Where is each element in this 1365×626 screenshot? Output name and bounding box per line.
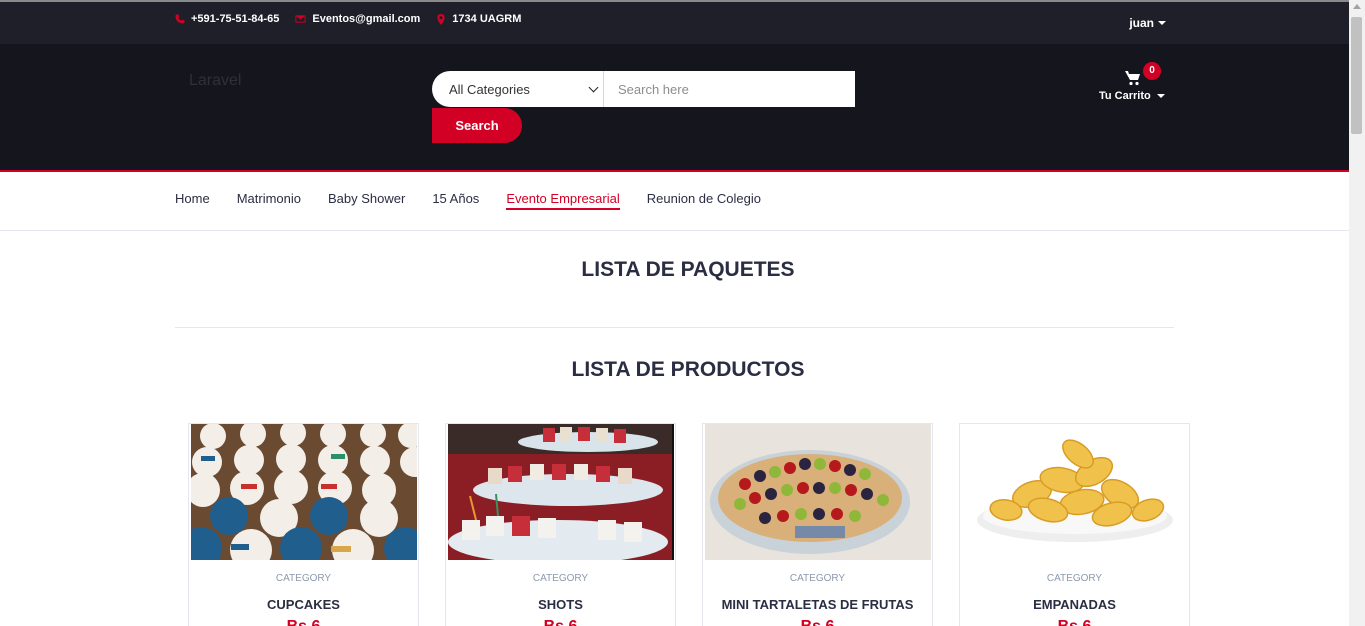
product-category: CATEGORY <box>532 573 589 584</box>
nav-items: Home Matrimonio Baby Shower 15 Años Even… <box>175 191 761 210</box>
product-price: Bs 6 <box>960 618 1189 626</box>
search-button[interactable]: Search <box>432 108 522 143</box>
nav-item-evento-empresarial[interactable]: Evento Empresarial <box>506 191 620 210</box>
top-info-bar: +591-75-51-84-65 Eventos@gmail.com 1734 … <box>0 0 1349 44</box>
main-header: Laravel All Categories Search 0 Tu Carri… <box>0 44 1349 172</box>
address-link[interactable]: 1734 UAGRM <box>436 13 521 25</box>
user-name: juan <box>1129 16 1154 30</box>
product-price: Bs 6 <box>446 618 675 626</box>
empanadas-photo <box>961 424 1188 560</box>
product-card[interactable]: CATEGORY EMPANADAS Bs 6 <box>959 423 1190 626</box>
nav-item-matrimonio[interactable]: Matrimonio <box>237 191 301 210</box>
cart-count-badge: 0 <box>1143 62 1161 80</box>
envelope-icon <box>295 15 306 23</box>
product-category: CATEGORY <box>275 573 332 584</box>
product-card[interactable]: CATEGORY MINI TARTALETAS DE FRUTAS Bs 6 <box>702 423 933 626</box>
product-card[interactable]: CATEGORY SHOTS Bs 6 <box>445 423 676 626</box>
product-category: CATEGORY <box>1046 573 1103 584</box>
user-menu[interactable]: juan <box>1129 16 1166 30</box>
logo[interactable]: Laravel <box>189 72 241 90</box>
page: +591-75-51-84-65 Eventos@gmail.com 1734 … <box>0 0 1365 626</box>
contact-links: +591-75-51-84-65 Eventos@gmail.com 1734 … <box>175 13 521 25</box>
email-link[interactable]: Eventos@gmail.com <box>295 13 420 25</box>
scroll-thumb[interactable] <box>1351 17 1362 134</box>
category-select-value: All Categories <box>449 81 530 97</box>
product-category: CATEGORY <box>789 573 846 584</box>
chevron-down-icon <box>588 82 599 93</box>
shopping-cart-icon <box>1125 71 1140 86</box>
productos-title: LISTA DE PRODUCTOS <box>571 358 805 381</box>
phone-text: +591-75-51-84-65 <box>191 13 280 25</box>
page-scrollbar[interactable] <box>1349 0 1365 626</box>
product-price: Bs 6 <box>703 618 932 626</box>
product-price: Bs 6 <box>189 618 418 626</box>
caret-down-icon <box>1158 21 1166 25</box>
section-divider <box>175 327 1174 328</box>
nav-item-reunion-de-colegio[interactable]: Reunion de Colegio <box>647 191 761 210</box>
fruit-tartlets-photo <box>704 424 931 560</box>
nav-item-baby-shower[interactable]: Baby Shower <box>328 191 405 210</box>
product-list: CATEGORY CUPCAKES Bs 6 CATEGORY SHOTS Bs… <box>188 423 1190 626</box>
category-select[interactable]: All Categories <box>432 71 604 107</box>
search-form: All Categories <box>432 71 855 107</box>
cart[interactable]: 0 Tu Carrito <box>1099 62 1169 110</box>
scroll-up-arrow-icon[interactable] <box>1353 4 1361 9</box>
cart-label-text: Tu Carrito <box>1099 90 1151 102</box>
phone-icon <box>175 14 185 24</box>
dessert-shots-photo <box>447 424 674 560</box>
cart-label: Tu Carrito <box>1099 90 1165 102</box>
search-input[interactable] <box>604 71 855 107</box>
product-name: SHOTS <box>538 597 583 612</box>
caret-down-icon <box>1156 94 1165 98</box>
product-card[interactable]: CATEGORY CUPCAKES Bs 6 <box>188 423 419 626</box>
paquetes-title: LISTA DE PAQUETES <box>581 258 795 281</box>
email-text: Eventos@gmail.com <box>312 13 421 25</box>
product-name: MINI TARTALETAS DE FRUTAS <box>721 597 914 612</box>
cupcakes-photo <box>190 424 417 560</box>
product-name: CUPCAKES <box>267 597 340 612</box>
phone-link[interactable]: +591-75-51-84-65 <box>175 13 279 25</box>
main-nav: Home Matrimonio Baby Shower 15 Años Even… <box>0 172 1349 231</box>
map-marker-icon <box>437 13 445 25</box>
nav-item-15-anos[interactable]: 15 Años <box>432 191 479 210</box>
nav-item-home[interactable]: Home <box>175 191 210 210</box>
product-name: EMPANADAS <box>1033 597 1116 612</box>
address-text: 1734 UAGRM <box>452 13 522 25</box>
